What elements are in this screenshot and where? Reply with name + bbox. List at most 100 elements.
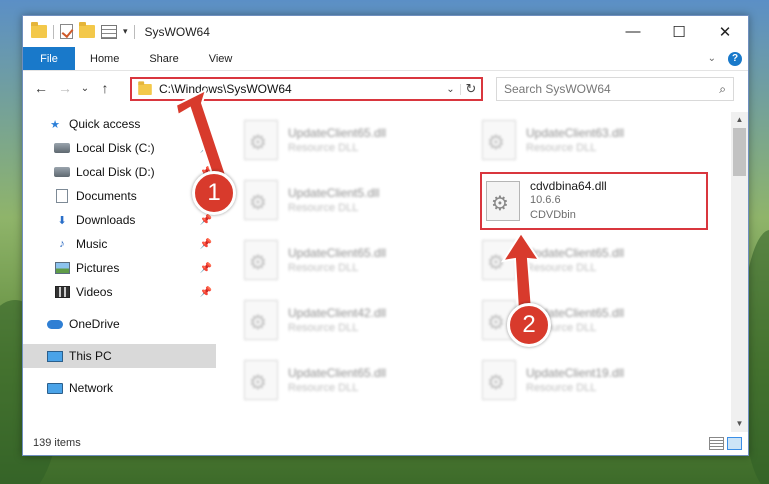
file-item[interactable]: UpdateClient65.dll Resource DLL bbox=[244, 114, 474, 166]
forward-button[interactable]: → bbox=[53, 80, 77, 96]
separator bbox=[53, 24, 54, 39]
details-view-icon[interactable] bbox=[709, 437, 724, 450]
tab-share[interactable]: Share bbox=[134, 47, 193, 70]
disk-icon bbox=[54, 165, 70, 179]
videos-icon bbox=[54, 285, 70, 299]
sidebar-item-videos[interactable]: Videos 📌 bbox=[23, 280, 216, 304]
address-path[interactable]: C:\Windows\SysWOW64 bbox=[159, 82, 441, 96]
help-icon[interactable]: ? bbox=[728, 51, 742, 66]
sidebar-item-label: Local Disk (C:) bbox=[76, 141, 155, 155]
file-description: Resource DLL bbox=[288, 202, 359, 214]
sidebar-item-this-pc[interactable]: This PC bbox=[23, 344, 216, 368]
quick-access-toolbar: ▾ bbox=[31, 22, 135, 39]
file-name: UpdateClient65.dll bbox=[526, 246, 625, 260]
scroll-down-icon[interactable]: ▼ bbox=[731, 416, 748, 432]
search-input[interactable]: Search SysWOW64 bbox=[504, 82, 719, 96]
ribbon-right: ⌄ ? bbox=[708, 47, 748, 70]
pin-icon[interactable]: 📌 bbox=[200, 143, 212, 154]
ribbon-tabs: File Home Share View ⌄ ? bbox=[23, 47, 748, 71]
sidebar-item-network[interactable]: Network bbox=[23, 376, 216, 400]
file-name: UpdateClient65.dll bbox=[288, 246, 387, 260]
explorer-window: ▾ SysWOW64 — ☐ ✕ File Home Share View ⌄ … bbox=[22, 15, 749, 456]
file-list: UpdateClient65.dll Resource DLL UpdateCli… bbox=[240, 112, 732, 432]
sidebar-item-pictures[interactable]: Pictures 📌 bbox=[23, 256, 216, 280]
music-icon: ♪ bbox=[59, 238, 65, 250]
search-icon[interactable]: ⌕ bbox=[719, 82, 726, 97]
file-description: Resource DLL bbox=[288, 142, 359, 154]
sidebar-item-downloads[interactable]: ⬇ Downloads 📌 bbox=[23, 208, 216, 232]
recent-locations-button[interactable]: ⌄ bbox=[77, 83, 93, 94]
properties-check-icon[interactable] bbox=[60, 24, 73, 39]
sidebar-item-onedrive[interactable]: OneDrive bbox=[23, 312, 216, 336]
tiles-view-icon[interactable] bbox=[727, 437, 742, 450]
file-item[interactable]: UpdateClient5.dll Resource DLL bbox=[244, 174, 474, 226]
network-icon bbox=[47, 381, 63, 395]
file-name: UpdateClient42.dll bbox=[288, 306, 387, 320]
file-item[interactable]: UpdateClient19.dll Resource DLL bbox=[482, 354, 712, 406]
back-button[interactable]: ← bbox=[29, 80, 53, 96]
tab-view[interactable]: View bbox=[194, 47, 248, 70]
callout-badge-1: 1 bbox=[192, 171, 236, 215]
pc-icon bbox=[47, 349, 63, 363]
minimize-button[interactable]: — bbox=[610, 16, 656, 47]
tab-file[interactable]: File bbox=[23, 47, 75, 70]
dll-file-icon bbox=[486, 181, 520, 221]
file-name: UpdateClient5.dll bbox=[288, 186, 380, 200]
dll-file-icon bbox=[482, 120, 516, 160]
address-bar[interactable]: C:\Windows\SysWOW64 ⌄ ↻ bbox=[130, 77, 483, 101]
pictures-icon bbox=[54, 261, 70, 275]
qat-dropdown-icon[interactable]: ▾ bbox=[123, 26, 128, 37]
customize-icon[interactable] bbox=[101, 24, 117, 39]
file-description: Resource DLL bbox=[288, 262, 359, 274]
view-switcher bbox=[709, 437, 742, 450]
up-button[interactable]: ↑ bbox=[93, 80, 117, 96]
sidebar-item-documents[interactable]: Documents 📌 bbox=[23, 184, 216, 208]
sidebar-item-music[interactable]: ♪ Music 📌 bbox=[23, 232, 216, 256]
pin-icon[interactable]: 📌 bbox=[200, 215, 212, 226]
file-name: UpdateClient63.dll bbox=[526, 126, 625, 140]
sidebar-item-quick-access[interactable]: ★ Quick access bbox=[23, 112, 216, 136]
tab-home[interactable]: Home bbox=[75, 47, 134, 70]
pin-icon[interactable]: 📌 bbox=[200, 239, 212, 250]
refresh-icon[interactable]: ↻ bbox=[461, 81, 481, 97]
vertical-scrollbar[interactable]: ▲ ▼ bbox=[731, 112, 748, 432]
item-count: 139 items bbox=[33, 437, 81, 449]
disk-icon bbox=[54, 141, 70, 155]
maximize-button[interactable]: ☐ bbox=[656, 16, 702, 47]
file-item[interactable]: UpdateClient63.dll Resource DLL bbox=[482, 114, 712, 166]
scroll-thumb[interactable] bbox=[733, 128, 746, 176]
scroll-up-icon[interactable]: ▲ bbox=[731, 112, 748, 128]
window-controls: — ☐ ✕ bbox=[610, 16, 748, 47]
separator bbox=[133, 24, 135, 39]
file-item[interactable]: UpdateClient65.dll Resource DLL bbox=[244, 354, 474, 406]
new-folder-icon[interactable] bbox=[79, 22, 95, 38]
dll-file-icon bbox=[482, 240, 516, 280]
file-description: Resource DLL bbox=[526, 262, 597, 274]
address-dropdown-icon[interactable]: ⌄ bbox=[441, 83, 461, 95]
callout-badge-2: 2 bbox=[507, 303, 551, 347]
file-item[interactable]: UpdateClient65.dll Resource DLL bbox=[244, 234, 474, 286]
documents-icon bbox=[54, 189, 70, 203]
file-item[interactable]: UpdateClient42.dll Resource DLL bbox=[244, 294, 474, 346]
search-box[interactable]: Search SysWOW64 ⌕ bbox=[496, 77, 734, 101]
navigation-bar: ← → ⌄ ↑ C:\Windows\SysWOW64 ⌄ ↻ Search S… bbox=[23, 72, 748, 104]
close-button[interactable]: ✕ bbox=[702, 16, 748, 47]
pin-icon[interactable]: 📌 bbox=[200, 287, 212, 298]
dll-file-icon bbox=[244, 180, 278, 220]
pin-icon[interactable]: 📌 bbox=[200, 263, 212, 274]
sidebar-item-label: Documents bbox=[76, 189, 137, 203]
file-name: UpdateClient19.dll bbox=[526, 366, 625, 380]
sidebar-item-label: Downloads bbox=[76, 213, 136, 227]
dll-file-icon bbox=[244, 120, 278, 160]
file-item[interactable]: UpdateClient65.dll Resource DLL bbox=[482, 234, 712, 286]
star-icon: ★ bbox=[50, 118, 60, 131]
expand-ribbon-icon[interactable]: ⌄ bbox=[708, 53, 716, 64]
onedrive-icon bbox=[47, 317, 63, 331]
file-item-cdvdbina64[interactable]: cdvdbina64.dll 10.6.6 CDVDbin bbox=[480, 172, 708, 230]
sidebar-item-local-disk-d[interactable]: Local Disk (D:) 📌 bbox=[23, 160, 216, 184]
sidebar-item-local-disk-c[interactable]: Local Disk (C:) 📌 bbox=[23, 136, 216, 160]
file-name: UpdateClient65.dll bbox=[288, 366, 387, 380]
window-title: SysWOW64 bbox=[144, 24, 210, 39]
sidebar-item-label: Pictures bbox=[76, 261, 120, 275]
status-bar: 139 items bbox=[23, 431, 748, 455]
